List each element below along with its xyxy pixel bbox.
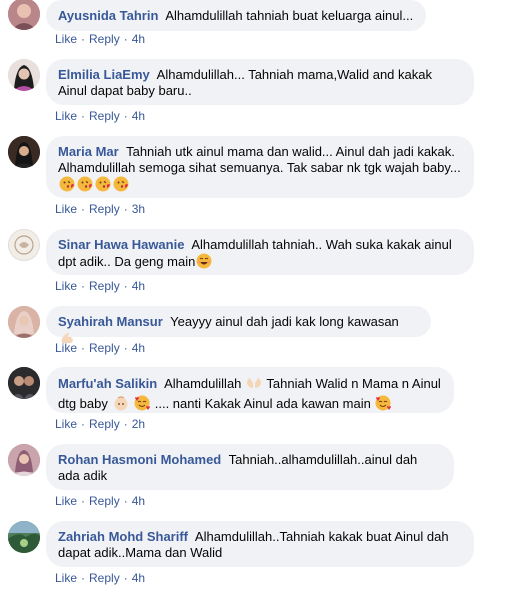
separator: ·: [81, 417, 86, 431]
baby-emoji: [113, 395, 129, 415]
kissing-face-emoji: [59, 176, 75, 196]
separator: ·: [81, 279, 86, 293]
separator: ·: [81, 202, 86, 216]
reply-button[interactable]: Reply: [89, 279, 120, 293]
comment-author[interactable]: Ayusnida Tahrin: [58, 8, 158, 23]
profile-photo-icon: [8, 0, 40, 30]
separator: ·: [81, 494, 86, 508]
reply-button[interactable]: Reply: [89, 109, 120, 123]
separator: ·: [123, 341, 128, 355]
comment-actions: Like · Reply · 4h: [55, 109, 145, 123]
comment-author[interactable]: Elmilia LiaEmy: [58, 67, 150, 82]
open-hands-emoji: [246, 375, 262, 395]
avatar[interactable]: [8, 306, 40, 338]
comment-text: Yeayyy ainul dah jadi kak long kawasan: [170, 314, 399, 329]
profile-photo-icon: [8, 444, 40, 476]
comment-bubble: Marfu'ah Salikin Alhamdulillah Tahniah W…: [46, 367, 454, 413]
comment-bubble: Sinar Hawa Hawanie Alhamdulillah tahniah…: [46, 229, 474, 275]
comment-bubble: Rohan Hasmoni Mohamed Tahniah..alhamduli…: [46, 444, 454, 490]
kissing-face-emoji: [95, 176, 111, 196]
comment-timestamp[interactable]: 2h: [132, 417, 145, 431]
profile-photo-icon: [8, 521, 40, 553]
like-button[interactable]: Like: [55, 417, 77, 431]
like-button[interactable]: Like: [55, 571, 77, 585]
avatar[interactable]: [8, 521, 40, 553]
comment-timestamp[interactable]: 4h: [132, 494, 145, 508]
separator: ·: [123, 494, 128, 508]
comment-actions: Like · Reply · 4h: [55, 32, 145, 46]
comment-text: Alhamdulillah tahniah buat keluarga ainu…: [165, 8, 414, 23]
comment-timestamp[interactable]: 4h: [132, 279, 145, 293]
separator: ·: [81, 571, 86, 585]
comment-bubble: Zahriah Mohd Shariff Alhamdulillah..Tahn…: [46, 521, 474, 567]
like-button[interactable]: Like: [55, 202, 77, 216]
comment-timestamp[interactable]: 3h: [132, 202, 145, 216]
like-button[interactable]: Like: [55, 279, 77, 293]
comment-bubble: Ayusnida Tahrin Alhamdulillah tahniah bu…: [46, 0, 426, 31]
comment-actions: Like · Reply · 2h: [55, 417, 145, 431]
profile-photo-icon: [8, 367, 40, 399]
comment-text: Alhamdulillah: [164, 376, 242, 391]
comment-actions: Like · Reply · 4h: [55, 341, 145, 355]
profile-photo-icon: [8, 136, 40, 168]
separator: ·: [123, 571, 128, 585]
smiling-face-hearts-emoji: [134, 395, 151, 415]
reply-button[interactable]: Reply: [89, 341, 120, 355]
like-button[interactable]: Like: [55, 32, 77, 46]
profile-photo-icon: [8, 59, 40, 91]
avatar[interactable]: [8, 229, 40, 261]
kissing-face-emoji: [77, 176, 93, 196]
comment-author[interactable]: Zahriah Mohd Shariff: [58, 529, 188, 544]
avatar[interactable]: [8, 59, 40, 91]
comment-timestamp[interactable]: 4h: [132, 571, 145, 585]
comment-timestamp[interactable]: 4h: [132, 109, 145, 123]
avatar[interactable]: [8, 136, 40, 168]
profile-photo-icon: [8, 306, 40, 338]
separator: ·: [123, 202, 128, 216]
comment-actions: Like · Reply · 4h: [55, 571, 145, 585]
comment-author[interactable]: Syahirah Mansur: [58, 314, 163, 329]
like-button[interactable]: Like: [55, 341, 77, 355]
like-button[interactable]: Like: [55, 494, 77, 508]
avatar[interactable]: [8, 444, 40, 476]
comment-bubble: Maria Mar Tahniah utk ainul mama dan wal…: [46, 136, 474, 198]
reply-button[interactable]: Reply: [89, 571, 120, 585]
avatar[interactable]: [8, 0, 40, 30]
profile-photo-icon: [9, 230, 39, 260]
comment-timestamp[interactable]: 4h: [132, 32, 145, 46]
reply-button[interactable]: Reply: [89, 202, 120, 216]
comment-bubble: Syahirah Mansur Yeayyy ainul dah jadi ka…: [46, 306, 431, 343]
separator: ·: [81, 32, 86, 46]
comment-author[interactable]: Sinar Hawa Hawanie: [58, 237, 184, 252]
comment-author[interactable]: Maria Mar: [58, 144, 119, 159]
reply-button[interactable]: Reply: [89, 494, 120, 508]
comment-actions: Like · Reply · 3h: [55, 202, 145, 216]
separator: ·: [123, 279, 128, 293]
separator: ·: [123, 417, 128, 431]
reply-button[interactable]: Reply: [89, 32, 120, 46]
separator: ·: [123, 32, 128, 46]
grinning-face-emoji: [196, 253, 212, 273]
comment-author[interactable]: Marfu'ah Salikin: [58, 376, 157, 391]
separator: ·: [81, 341, 86, 355]
comment-bubble: Elmilia LiaEmy Alhamdulillah... Tahniah …: [46, 59, 474, 105]
separator: ·: [81, 109, 86, 123]
comment-text: .... nanti Kakak Ainul ada kawan main: [154, 396, 371, 411]
comment-author[interactable]: Rohan Hasmoni Mohamed: [58, 452, 221, 467]
comment-actions: Like · Reply · 4h: [55, 494, 145, 508]
smiling-face-hearts-emoji: [375, 395, 392, 415]
comment-thread: Ayusnida Tahrin Alhamdulillah tahniah bu…: [0, 0, 505, 592]
like-button[interactable]: Like: [55, 109, 77, 123]
kissing-face-emoji: [113, 176, 129, 196]
comment-timestamp[interactable]: 4h: [132, 341, 145, 355]
reply-button[interactable]: Reply: [89, 417, 120, 431]
comment-actions: Like · Reply · 4h: [55, 279, 145, 293]
separator: ·: [123, 109, 128, 123]
avatar[interactable]: [8, 367, 40, 399]
